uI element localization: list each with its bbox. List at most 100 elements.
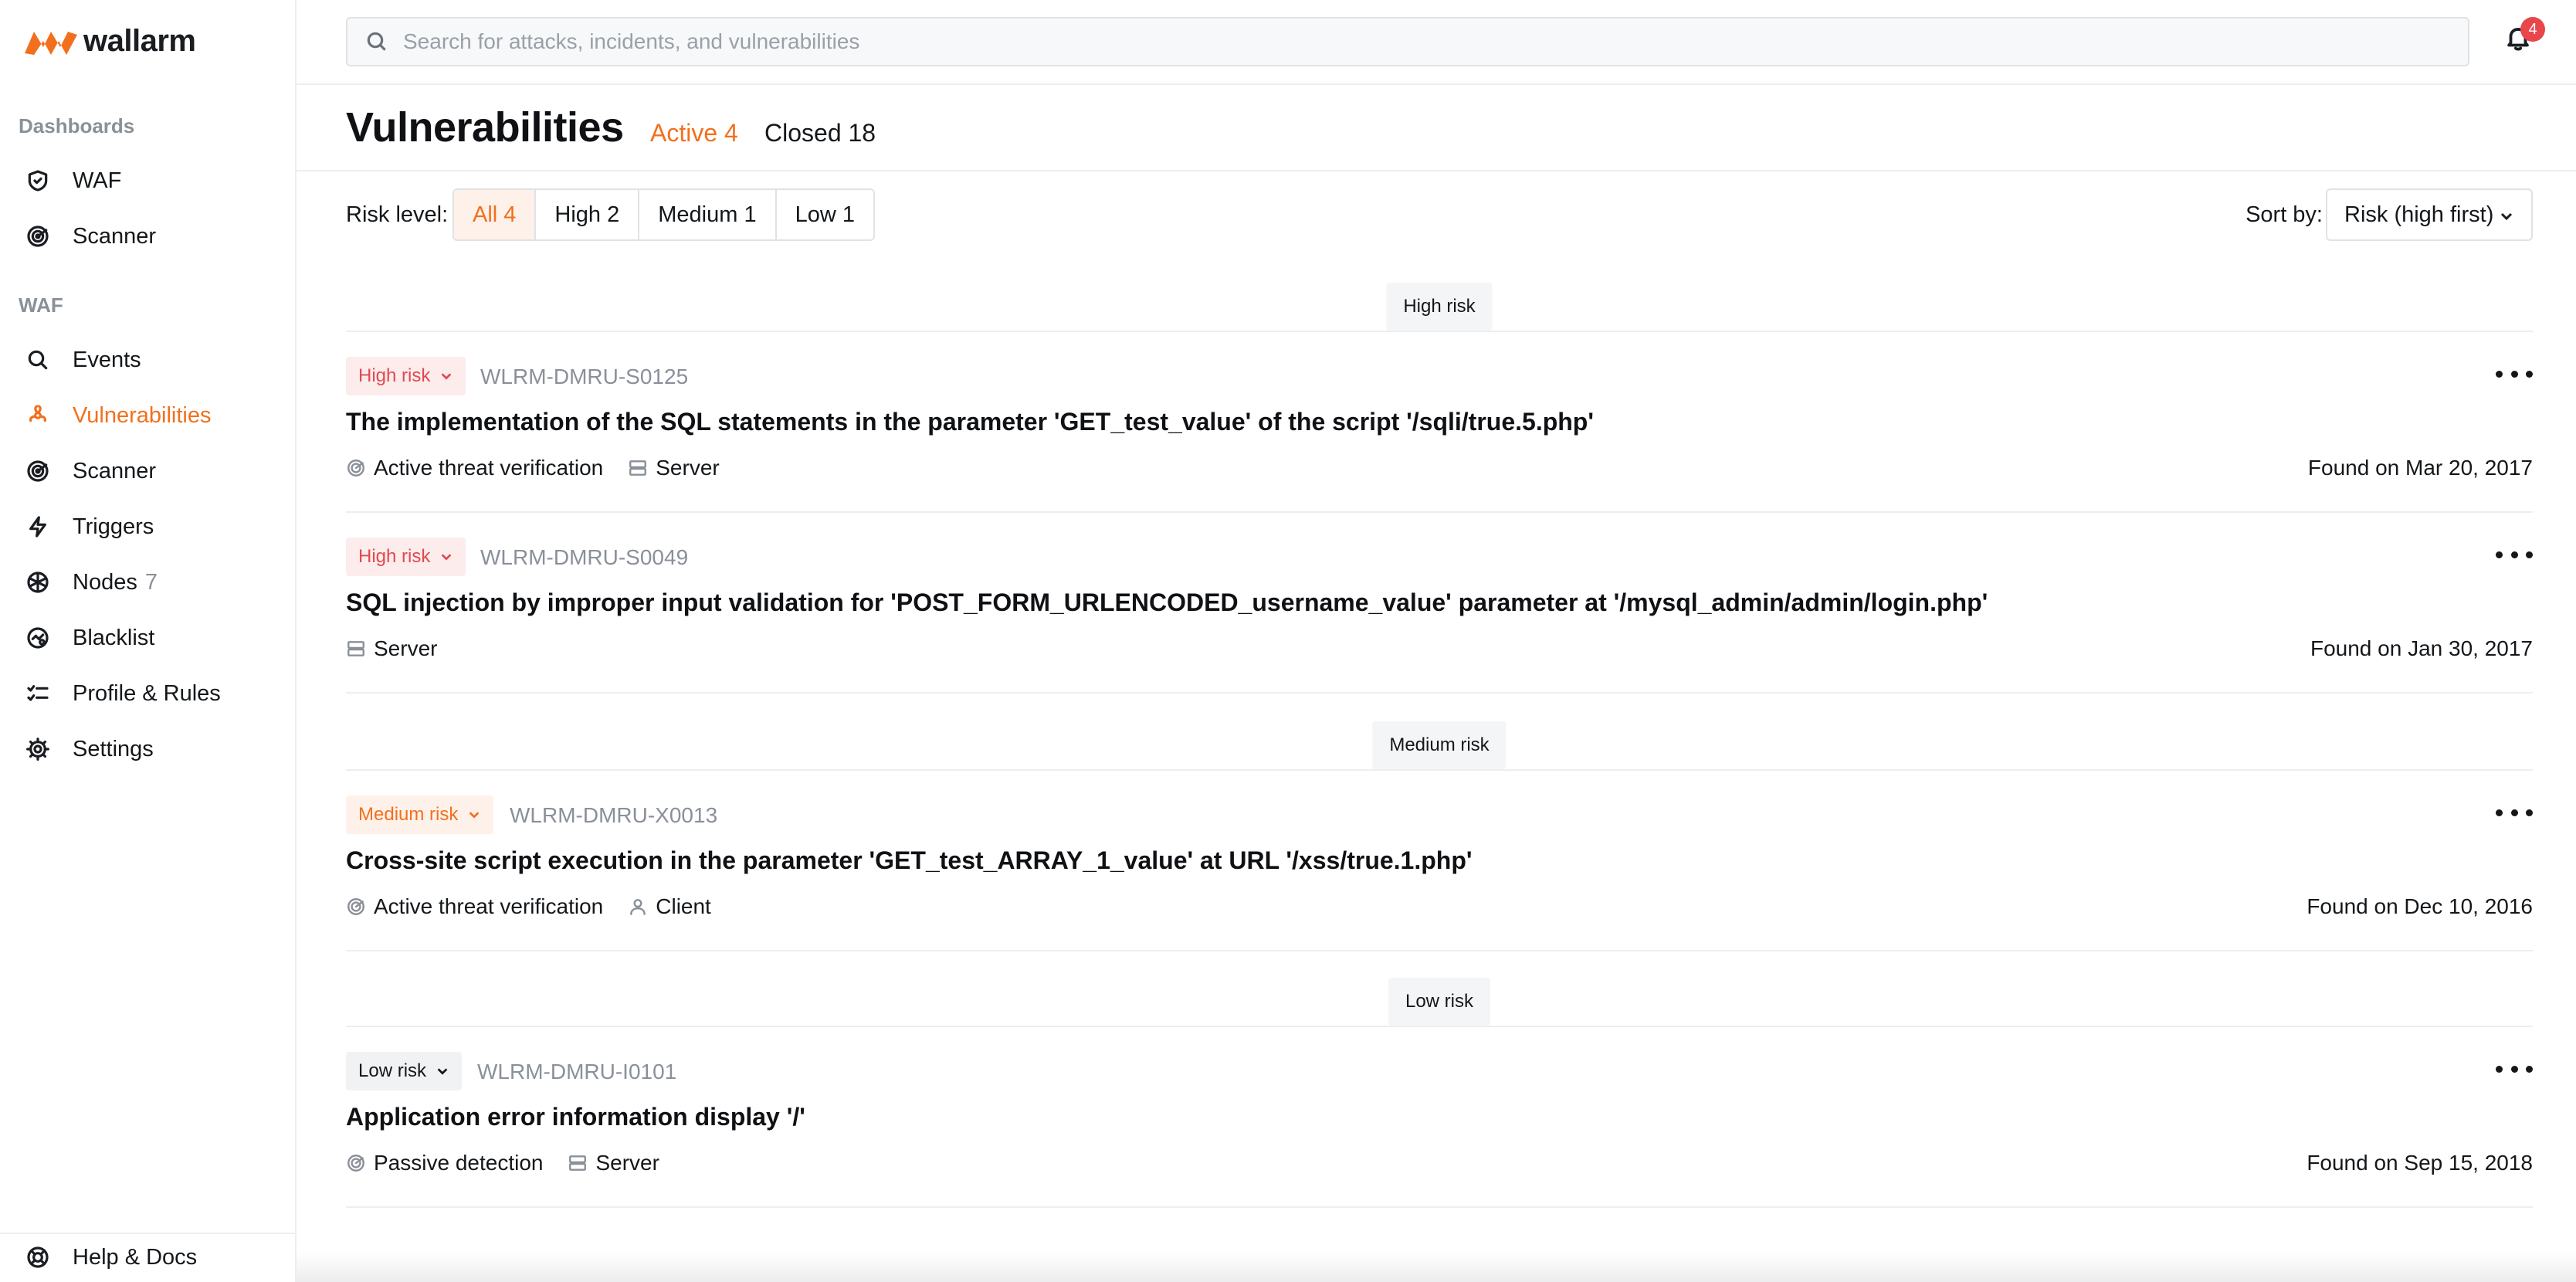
- meta-target-label: Server: [374, 636, 438, 660]
- sidebar-item-profile-rules[interactable]: Profile & Rules: [0, 667, 295, 720]
- risk-badge[interactable]: Medium risk: [346, 795, 494, 834]
- chevron-down-icon: [469, 812, 480, 819]
- sidebar-item-label: Nodes: [73, 569, 137, 595]
- wallarm-logo-icon: [25, 32, 77, 55]
- nodes-icon: [25, 569, 51, 595]
- sidebar: wallarm Dashboards WAF Scanner WAF Event…: [0, 0, 297, 1282]
- sidebar-item-events[interactable]: Events: [0, 334, 295, 386]
- risk-filter-high[interactable]: High 2: [536, 190, 640, 239]
- meta-detection: Active threat verification: [346, 456, 603, 480]
- risk-badge-label: Low risk: [358, 1060, 427, 1081]
- search-icon: [25, 347, 51, 373]
- shield-icon: [25, 168, 51, 194]
- radar-icon: [347, 460, 364, 477]
- sidebar-item-scanner[interactable]: Scanner: [0, 445, 295, 497]
- radar-icon: [25, 223, 51, 249]
- meta-detection: Passive detection: [346, 1151, 543, 1175]
- sidebar-item-help-docs[interactable]: Help & Docs: [0, 1231, 295, 1282]
- vulnerability-title[interactable]: The implementation of the SQL statements…: [346, 408, 1594, 436]
- sort-select-value: Risk (high first): [2344, 202, 2494, 227]
- search-input[interactable]: [403, 29, 2411, 54]
- group-separator-high: High risk: [346, 281, 2533, 332]
- sidebar-item-blacklist[interactable]: Blacklist: [0, 612, 295, 664]
- vulnerability-row[interactable]: High risk WLRM-DMRU-S0049 SQL injection …: [346, 513, 2533, 694]
- tab-closed[interactable]: Closed 18: [764, 119, 876, 148]
- sidebar-item-nodes[interactable]: Nodes 7: [0, 556, 295, 609]
- wallarm-logo[interactable]: wallarm: [23, 23, 196, 59]
- risk-badge[interactable]: High risk: [346, 538, 466, 576]
- sidebar-footer: Help & Docs: [0, 1233, 295, 1282]
- sidebar-item-dashboard-scanner[interactable]: Scanner: [0, 210, 295, 263]
- sidebar-item-label: Help & Docs: [73, 1244, 198, 1270]
- risk-filter-low[interactable]: Low 1: [776, 190, 873, 239]
- tab-active[interactable]: Active 4: [650, 119, 738, 148]
- notification-count-badge: 4: [2520, 17, 2545, 42]
- more-options-button[interactable]: [2496, 802, 2533, 823]
- sidebar-item-label: Scanner: [73, 223, 157, 249]
- filter-bar: Risk level: All 4 High 2 Medium 1 Low 1 …: [346, 188, 2533, 241]
- meta-target: Server: [628, 456, 720, 480]
- risk-badge[interactable]: Low risk: [346, 1052, 463, 1090]
- server-icon: [629, 460, 647, 476]
- sidebar-item-label: Triggers: [73, 514, 154, 539]
- sidebar-item-vulnerabilities[interactable]: Vulnerabilities: [0, 389, 295, 442]
- global-search[interactable]: [346, 17, 2469, 66]
- notifications-button[interactable]: 4: [2503, 17, 2545, 59]
- vulnerability-row[interactable]: Medium risk WLRM-DMRU-X0013 Cross-site s…: [346, 771, 2533, 951]
- vulnerability-title[interactable]: Application error information display '/…: [346, 1103, 805, 1131]
- vulnerability-id: WLRM-DMRU-S0049: [480, 545, 689, 569]
- risk-level-label: Risk level:: [346, 202, 449, 227]
- sidebar-item-label: Blacklist: [73, 625, 155, 650]
- risk-filter-all[interactable]: All 4: [454, 190, 537, 239]
- more-options-button[interactable]: [2496, 544, 2533, 565]
- risk-badge-label: Medium risk: [358, 804, 459, 825]
- top-bar: 4: [297, 0, 2576, 85]
- vulnerability-title[interactable]: SQL injection by improper input validati…: [346, 588, 1988, 617]
- radar-icon: [25, 458, 51, 484]
- risk-badge-label: High risk: [358, 365, 431, 386]
- radar-icon: [347, 1155, 364, 1172]
- meta-detection-label: Active threat verification: [374, 456, 604, 480]
- gear-icon: [25, 736, 51, 762]
- chevron-down-icon: [442, 373, 452, 380]
- checklist-icon: [25, 680, 51, 707]
- vulnerability-list: High risk High risk WLRM-DMRU-S0125 The …: [346, 281, 2533, 1208]
- meta-detection-label: Active threat verification: [374, 894, 604, 918]
- risk-filter-medium[interactable]: Medium 1: [639, 190, 777, 239]
- more-options-button[interactable]: [2496, 1058, 2533, 1080]
- vulnerability-row[interactable]: Low risk WLRM-DMRU-I0101 Application err…: [346, 1027, 2533, 1208]
- vulnerability-id: WLRM-DMRU-I0101: [477, 1060, 677, 1084]
- bottom-fade: [297, 1251, 2576, 1282]
- vulnerability-id: WLRM-DMRU-S0125: [480, 365, 689, 388]
- sidebar-item-label: Vulnerabilities: [73, 402, 212, 428]
- sidebar-item-triggers[interactable]: Triggers: [0, 500, 295, 553]
- found-date: Found on Mar 20, 2017: [2307, 456, 2533, 480]
- meta-detection-label: Passive detection: [374, 1151, 544, 1175]
- sidebar-item-settings[interactable]: Settings: [0, 723, 295, 775]
- meta-target: Client: [628, 894, 711, 919]
- more-options-button[interactable]: [2496, 363, 2533, 385]
- found-date: Found on Jan 30, 2017: [2310, 636, 2533, 660]
- risk-badge[interactable]: High risk: [346, 357, 466, 395]
- app-name: wallarm: [83, 23, 196, 58]
- vulnerability-meta: Server: [346, 636, 462, 661]
- sort-select[interactable]: Risk (high first): [2326, 188, 2533, 241]
- sidebar-item-dashboard-waf[interactable]: WAF: [0, 154, 295, 207]
- search-icon: [367, 32, 386, 51]
- vulnerability-title[interactable]: Cross-site script execution in the param…: [346, 846, 1472, 875]
- found-date: Found on Dec 10, 2016: [2307, 894, 2533, 918]
- vulnerability-row[interactable]: High risk WLRM-DMRU-S0125 The implementa…: [346, 332, 2533, 513]
- group-separator-low: Low risk: [346, 976, 2533, 1027]
- chevron-down-icon: [442, 554, 452, 561]
- radar-icon: [347, 898, 364, 915]
- vulnerability-id: WLRM-DMRU-X0013: [510, 803, 718, 827]
- group-label-high: High risk: [1386, 283, 1493, 331]
- risk-level-filter: All 4 High 2 Medium 1 Low 1: [452, 188, 875, 241]
- group-label-medium: Medium risk: [1372, 721, 1507, 769]
- server-icon: [347, 641, 364, 656]
- page-header: Vulnerabilities Active 4 Closed 18: [297, 85, 2576, 171]
- group-separator-medium: Medium risk: [346, 720, 2533, 771]
- chevron-down-icon: [2500, 212, 2513, 221]
- lifebuoy-icon: [25, 1244, 51, 1270]
- blacklist-icon: [25, 625, 51, 651]
